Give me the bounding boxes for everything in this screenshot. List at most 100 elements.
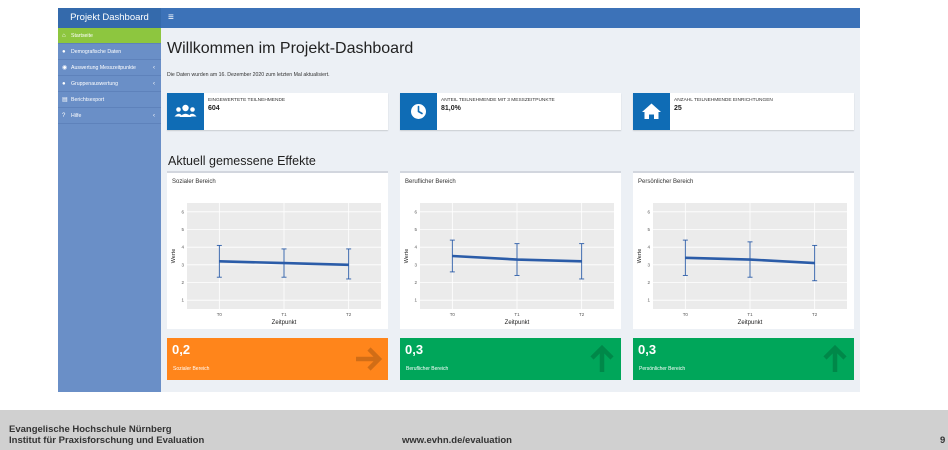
y-tick-label: 1 bbox=[414, 298, 417, 303]
chart-personal: 1 2 3 4 5 6 T0 T1 T2 Zeitpunkt Werte bbox=[637, 203, 847, 326]
chart-box-social: Sozialer Bereich 1 2 3 4 5 6 T0 T1 T2 Zeitpunkt We… bbox=[167, 171, 388, 329]
y-tick-label: 2 bbox=[181, 280, 184, 285]
chart-box-personal: Persönlicher Bereich 1 2 3 4 5 6 T0 T1 T2 Zeitpun… bbox=[633, 171, 854, 329]
dashboard-window: Projekt Dashboard ≡ ⌂ Startseite ● Demogra… bbox=[58, 8, 860, 392]
infobox-three-timepoints: ANTEIL TEILNEHMENDE MIT 3 MESSZEITPUNKTE… bbox=[400, 93, 621, 130]
x-tick-label: T2 bbox=[812, 312, 818, 317]
y-tick-label: 6 bbox=[181, 209, 184, 214]
chevron-left-icon: ‹ bbox=[153, 65, 155, 71]
x-tick-label: T1 bbox=[747, 312, 753, 317]
sidebar-item-demografische-daten[interactable]: ● Demografische Daten bbox=[58, 44, 161, 60]
footer-institution: Evangelische Hochschule Nürnberg bbox=[9, 424, 172, 435]
y-tick-label: 4 bbox=[181, 245, 184, 250]
x-tick-label: T1 bbox=[281, 312, 287, 317]
y-tick-label: 3 bbox=[181, 262, 184, 267]
chevron-left-icon: ‹ bbox=[153, 81, 155, 87]
y-axis-label: Werte bbox=[637, 249, 643, 264]
sidebar-item-startseite[interactable]: ⌂ Startseite bbox=[58, 28, 161, 44]
infobox-value: 81,0% bbox=[441, 105, 461, 112]
x-tick-label: T2 bbox=[579, 312, 585, 317]
clock-icon bbox=[400, 93, 437, 130]
y-tick-label: 5 bbox=[647, 227, 650, 232]
x-tick-label: T2 bbox=[346, 312, 352, 317]
y-tick-label: 5 bbox=[181, 227, 184, 232]
chart-title: Beruflicher Bereich bbox=[405, 179, 456, 185]
valuebox-value: 0,2 bbox=[172, 342, 191, 357]
user-icon: ● bbox=[62, 49, 66, 55]
infobox-label: ANTEIL TEILNEHMENDE MIT 3 MESSZEITPUNKTE bbox=[441, 98, 555, 103]
infobox-label: ANZAHL TEILNEHMENDE EINRICHTUNGEN bbox=[674, 98, 773, 103]
infobox-participants: EINGEWERTETE TEILNEHMENDE 604 bbox=[167, 93, 388, 130]
chevron-left-icon: ‹ bbox=[153, 113, 155, 119]
y-tick-label: 2 bbox=[647, 280, 650, 285]
brand-title[interactable]: Projekt Dashboard bbox=[58, 8, 161, 28]
y-axis-label: Werte bbox=[404, 249, 410, 264]
x-axis-label: Zeitpunkt bbox=[505, 320, 530, 326]
y-axis-label: Werte bbox=[171, 249, 177, 264]
y-tick-label: 6 bbox=[414, 209, 417, 214]
valuebox-professional: 0,3 Beruflicher Bereich bbox=[400, 338, 621, 380]
sidebar-item-berichtsexport[interactable]: ▤ Berichtsexport bbox=[58, 92, 161, 108]
sidebar: ⌂ Startseite ● Demografische Daten ◉ Auswer… bbox=[58, 28, 161, 392]
hamburger-icon[interactable]: ≡ bbox=[168, 8, 174, 28]
valuebox-social: 0,2 Sozialer Bereich bbox=[167, 338, 388, 380]
chart-box-professional: Beruflicher Bereich 1 2 3 4 5 6 T0 T1 T2 Zeitpunk… bbox=[400, 171, 621, 329]
valuebox-personal: 0,3 Persönlicher Bereich bbox=[633, 338, 854, 380]
sidebar-item-label: Hilfe bbox=[71, 113, 82, 119]
users-icon bbox=[167, 93, 204, 130]
slide-footer: Evangelische Hochschule Nürnberg Institu… bbox=[0, 410, 948, 450]
valuebox-label: Persönlicher Bereich bbox=[639, 366, 686, 372]
main-content: Willkommen im Projekt-Dashboard Die Date… bbox=[167, 28, 857, 392]
arrow-up-icon bbox=[823, 344, 847, 372]
y-tick-label: 6 bbox=[647, 209, 650, 214]
valuebox-label: Sozialer Bereich bbox=[173, 366, 210, 372]
sidebar-item-label: Startseite bbox=[71, 33, 93, 39]
sidebar-item-label: Auswertung Messzeitpunkte bbox=[71, 65, 136, 71]
valuebox-value: 0,3 bbox=[638, 342, 657, 357]
chart-title: Sozialer Bereich bbox=[172, 179, 216, 185]
y-tick-label: 2 bbox=[414, 280, 417, 285]
sidebar-item-gruppenauswertung[interactable]: ● Gruppenauswertung ‹ bbox=[58, 76, 161, 92]
y-tick-label: 4 bbox=[414, 245, 417, 250]
valuebox-value: 0,3 bbox=[405, 342, 424, 357]
effects-section-title: Aktuell gemessene Effekte bbox=[168, 154, 316, 168]
y-tick-label: 3 bbox=[414, 262, 417, 267]
page-title: Willkommen im Projekt-Dashboard bbox=[167, 40, 414, 57]
top-navbar: Projekt Dashboard ≡ bbox=[58, 8, 860, 28]
sidebar-item-label: Berichtsexport bbox=[71, 97, 105, 103]
y-tick-label: 3 bbox=[647, 262, 650, 267]
infobox-value: 25 bbox=[674, 105, 682, 112]
chart-social: 1 2 3 4 5 6 T0 T1 T2 Zeitpunkt Werte bbox=[171, 203, 381, 326]
y-tick-label: 4 bbox=[647, 245, 650, 250]
sidebar-item-label: Demografische Daten bbox=[71, 49, 122, 55]
y-tick-label: 5 bbox=[414, 227, 417, 232]
sidebar-item-auswertung-messzeitpunkte[interactable]: ◉ Auswertung Messzeitpunkte ‹ bbox=[58, 60, 161, 76]
home-icon bbox=[633, 93, 670, 130]
arrow-right-icon bbox=[356, 347, 383, 371]
footer-institute: Institut für Praxisforschung und Evaluat… bbox=[9, 435, 205, 446]
chart-professional: 1 2 3 4 5 6 T0 T1 T2 Zeitpunkt Werte bbox=[404, 203, 614, 326]
page-number: 9 bbox=[940, 435, 946, 446]
home-icon: ⌂ bbox=[62, 33, 66, 39]
y-tick-label: 1 bbox=[647, 298, 650, 303]
x-tick-label: T0 bbox=[683, 312, 689, 317]
users-icon: ● bbox=[62, 81, 66, 87]
chart-title: Persönlicher Bereich bbox=[638, 179, 694, 185]
x-tick-label: T0 bbox=[217, 312, 223, 317]
infobox-value: 604 bbox=[208, 105, 220, 112]
footer-url: www.evhn.de/evaluation bbox=[402, 435, 512, 446]
export-icon: ▤ bbox=[62, 97, 68, 103]
help-icon: ? bbox=[62, 113, 66, 119]
infobox-institutions: ANZAHL TEILNEHMENDE EINRICHTUNGEN 25 bbox=[633, 93, 854, 130]
update-note: Die Daten wurden am 16. Dezember 2020 zu… bbox=[167, 72, 330, 78]
sidebar-item-label: Gruppenauswertung bbox=[71, 81, 119, 87]
x-axis-label: Zeitpunkt bbox=[738, 320, 763, 326]
valuebox-label: Beruflicher Bereich bbox=[406, 366, 449, 372]
x-tick-label: T1 bbox=[514, 312, 520, 317]
arrow-up-icon bbox=[590, 344, 614, 372]
y-tick-label: 1 bbox=[181, 298, 184, 303]
sidebar-item-hilfe[interactable]: ? Hilfe ‹ bbox=[58, 108, 161, 124]
infobox-label: EINGEWERTETE TEILNEHMENDE bbox=[208, 98, 286, 103]
globe-icon: ◉ bbox=[62, 65, 68, 71]
x-tick-label: T0 bbox=[450, 312, 456, 317]
